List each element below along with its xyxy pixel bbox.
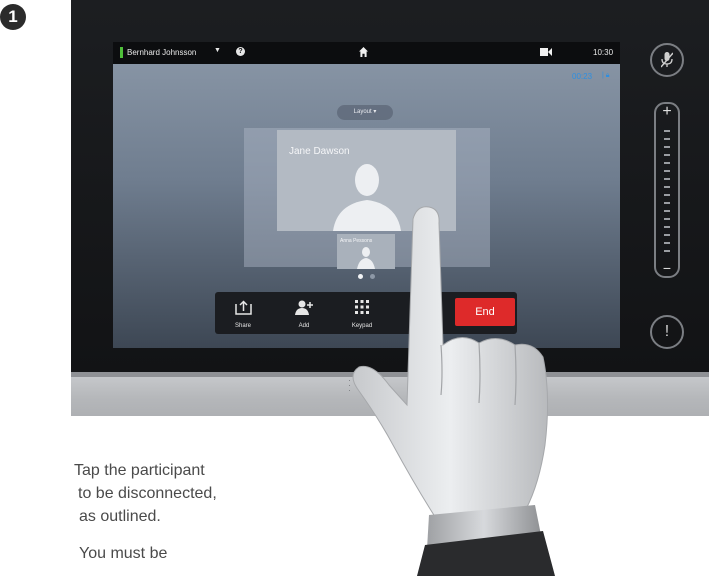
add-person-icon [295, 300, 313, 315]
instruction-line: Tap the participant [74, 462, 205, 479]
volume-level-ticks [664, 130, 670, 252]
share-icon [235, 300, 252, 315]
volume-up-button[interactable]: + [659, 104, 675, 120]
presence-indicator [120, 47, 123, 58]
add-participant-button[interactable]: Add [278, 292, 330, 334]
camera-icon[interactable] [540, 48, 552, 56]
participant-name: Jane Dawson [289, 146, 350, 157]
volume-slider[interactable] [654, 102, 680, 278]
lock-icon: | 🔒︎ [602, 72, 610, 79]
call-timer: 00:23 [572, 72, 593, 81]
microphone-muted-icon [661, 52, 673, 68]
instruction-line: to be disconnected, [78, 485, 217, 502]
add-label: Add [298, 323, 310, 329]
clock: 10:30 [593, 48, 614, 57]
chevron-down-icon[interactable]: ▼ [214, 47, 221, 54]
volume-down-button[interactable]: − [659, 261, 675, 275]
layout-button-label: Layout [353, 109, 372, 115]
alert-button[interactable]: ! [650, 315, 684, 349]
help-icon[interactable]: ? [236, 47, 245, 56]
mute-microphone-button[interactable] [650, 43, 684, 77]
status-bar: Bernhard Johnsson ▼ ? 10:30 [113, 42, 620, 64]
layout-button[interactable]: Layout ▾ [337, 105, 393, 120]
instruction-line: as outlined. [79, 508, 161, 525]
pointing-hand-illustration [352, 206, 555, 576]
step-number: 1 [0, 4, 26, 30]
home-icon[interactable] [359, 47, 368, 57]
share-button[interactable]: Share [217, 292, 269, 334]
share-label: Share [234, 323, 251, 329]
instruction-line: You must be [79, 545, 168, 562]
user-name[interactable]: Bernhard Johnsson [127, 48, 196, 57]
